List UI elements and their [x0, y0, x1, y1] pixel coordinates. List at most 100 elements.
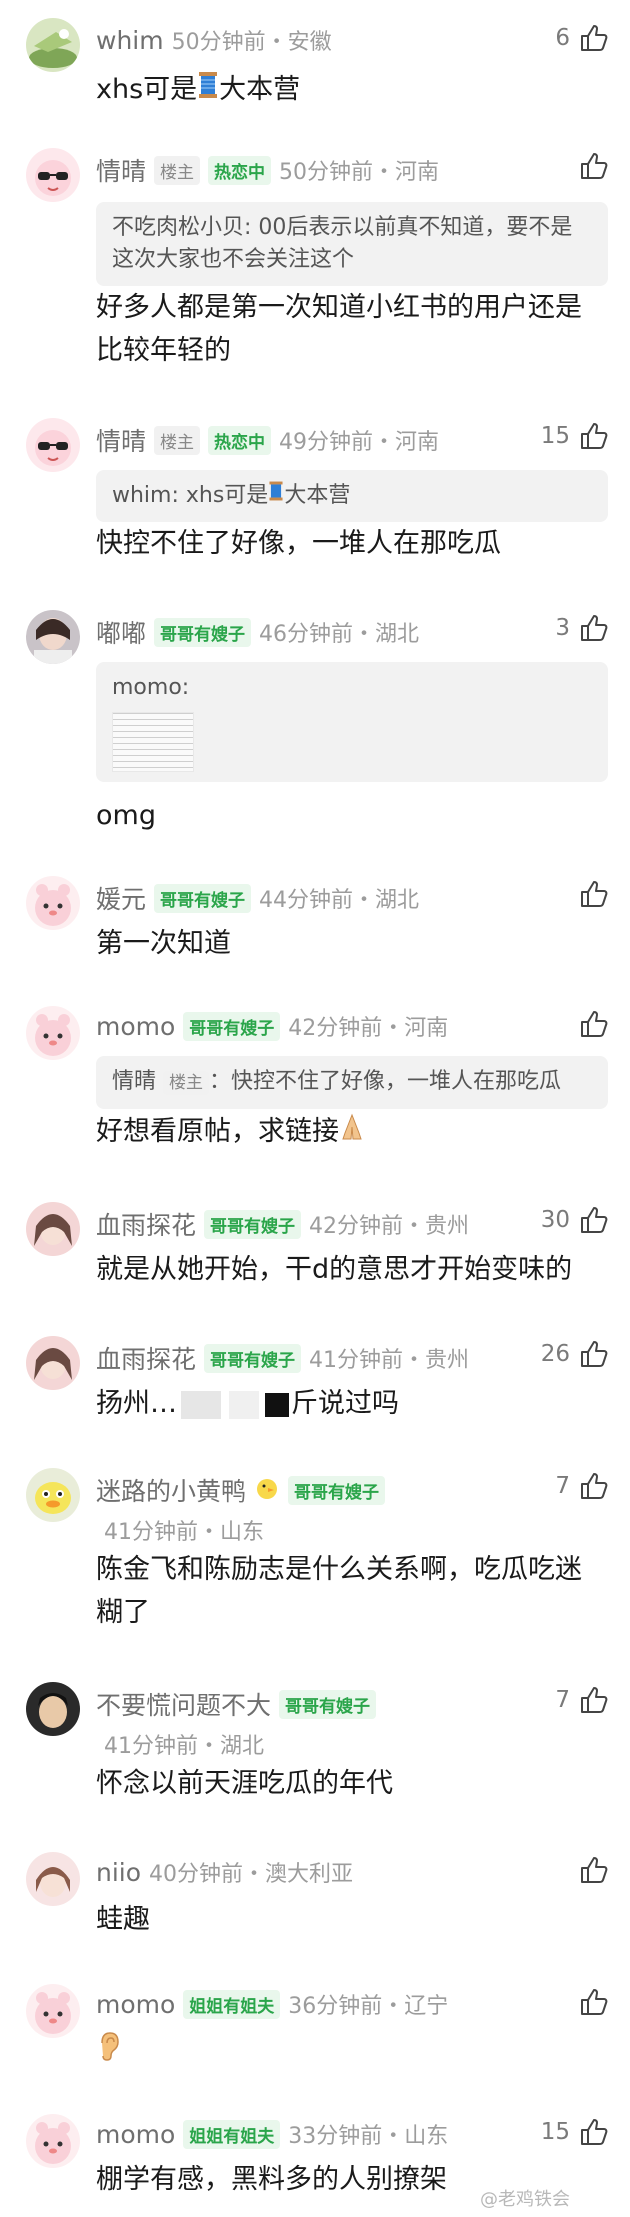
username[interactable]: 血雨探花 [96, 1206, 196, 1242]
comment-item: momo 哥哥有嫂子 42分钟前・河南 情晴 楼主 ：快控不住了好像，一堆人在那吃… [0, 1000, 630, 1160]
comment-item: whim 50分钟前・安徽 6 xhs可是 大本营 [0, 10, 630, 130]
username[interactable]: 迷路的小黄鸭 [96, 1472, 246, 1508]
quoted-reply-text: 不吃肉松小贝: 00后表示以前真不知道，要不是这次大家也不会关注这个 [112, 215, 573, 272]
username[interactable]: niio [96, 1858, 141, 1887]
like-button[interactable]: 30 [541, 1204, 610, 1236]
comment-text-part: 斤说过吗 [291, 1388, 399, 1419]
avatar[interactable] [26, 18, 80, 72]
comment-text: 就是从她开始，干d的意思才开始变味的 [96, 1254, 573, 1285]
comment-text: 好想看原帖，求链接 [96, 1110, 608, 1154]
avatar[interactable] [26, 1984, 80, 2038]
username[interactable]: 血雨探花 [96, 1340, 196, 1376]
avatar[interactable] [26, 148, 80, 202]
comment-text-part: 大本营 [219, 74, 301, 105]
quoted-reply-author: 情晴 [112, 1069, 157, 1094]
image-thumbnail[interactable] [112, 712, 194, 772]
avatar[interactable] [26, 610, 80, 664]
status-badge: 哥哥有嫂子 [204, 1209, 302, 1239]
redacted-block [265, 1392, 289, 1417]
like-button[interactable] [578, 1854, 610, 1886]
status-badge: 哥哥有嫂子 [204, 1343, 302, 1373]
comment-header: momo 姐姐有姐夫 33分钟前・山东 [96, 2118, 520, 2150]
quoted-reply[interactable]: momo: [96, 662, 608, 782]
comment-text: omg [96, 800, 156, 831]
avatar[interactable] [26, 1202, 80, 1256]
quoted-reply[interactable]: whim: xhs可是 大本营 [96, 470, 608, 522]
username[interactable]: momo [96, 1012, 175, 1041]
comment-item: 不要慌问题不大 哥哥有嫂子 7 41分钟前・湖北 怀念以前天涯吃瓜的年代 [0, 1676, 630, 1806]
time-location: 33分钟前・山东 [288, 2124, 449, 2149]
username[interactable]: 嘟嘟 [96, 614, 146, 650]
avatar[interactable] [26, 1852, 80, 1906]
like-button[interactable]: 15 [541, 2116, 610, 2148]
avatar[interactable] [26, 2114, 80, 2168]
comment-text-part: 好想看原帖，求链接 [96, 1116, 339, 1147]
spool-of-thread-icon [268, 480, 284, 512]
like-button[interactable]: 7 [555, 1684, 610, 1716]
thumbs-up-icon [578, 1008, 610, 1040]
avatar[interactable] [26, 1336, 80, 1390]
comment-header: 不要慌问题不大 哥哥有嫂子 [96, 1686, 520, 1722]
thumbs-up-icon [578, 1854, 610, 1886]
owner-badge: 楼主 [154, 425, 201, 455]
watermark: @老鸡铁会 [480, 2189, 570, 2210]
status-badge: 哥哥有嫂子 [154, 883, 252, 913]
thumbs-up-icon [578, 1204, 610, 1236]
like-count: 7 [555, 1687, 570, 1713]
comment-text-part: xhs可是 [96, 74, 198, 105]
avatar[interactable] [26, 1006, 80, 1060]
username[interactable]: 情晴 [96, 152, 146, 188]
comment-text: 陈金飞和陈励志是什么关系啊，吃瓜吃迷糊了 [96, 1554, 582, 1628]
comment-header: 嘟嘟 哥哥有嫂子 46分钟前・湖北 [96, 614, 520, 650]
time-location: 46分钟前・湖北 [259, 622, 420, 647]
comment-text-part: 扬州… [96, 1388, 177, 1419]
username[interactable]: 媛元 [96, 880, 146, 916]
comment-item: 媛元 哥哥有嫂子 44分钟前・湖北 第一次知道 [0, 870, 630, 970]
quoted-reply-text: whim: xhs可是 [112, 483, 269, 508]
comment-text: 怀念以前天涯吃瓜的年代 [96, 1768, 393, 1799]
quoted-reply-text: 大本营 [284, 483, 351, 508]
praying-hands-icon [339, 1111, 365, 1154]
thumbs-up-icon [578, 1470, 610, 1502]
like-button[interactable]: 7 [555, 1470, 610, 1502]
username[interactable]: momo [96, 2120, 175, 2149]
avatar[interactable] [26, 418, 80, 472]
like-button[interactable]: 6 [555, 22, 610, 54]
ear-icon [96, 2031, 122, 2074]
comment-text: 快控不住了好像，一堆人在那吃瓜 [96, 528, 501, 559]
comment-header: 媛元 哥哥有嫂子 44分钟前・湖北 [96, 880, 520, 916]
time-location: 44分钟前・湖北 [259, 888, 420, 913]
comment-text: 扬州… 斤说过吗 [96, 1382, 608, 1425]
like-button[interactable] [578, 1008, 610, 1040]
comment-text: 好多人都是第一次知道小红书的用户还是比较年轻的 [96, 292, 582, 366]
quoted-reply[interactable]: 情晴 楼主 ：快控不住了好像，一堆人在那吃瓜 [96, 1056, 608, 1109]
spool-of-thread-icon [197, 69, 219, 112]
username[interactable]: whim [96, 26, 164, 55]
status-badge: 哥哥有嫂子 [183, 1011, 281, 1041]
like-button[interactable] [578, 1986, 610, 2018]
like-button[interactable]: 15 [541, 420, 610, 452]
time-location: 40分钟前・澳大利亚 [149, 1862, 354, 1887]
status-badge: 姐姐有姐夫 [183, 2119, 281, 2149]
like-button[interactable]: 3 [555, 612, 610, 644]
like-button[interactable] [578, 150, 610, 182]
status-badge: 哥哥有嫂子 [288, 1475, 386, 1505]
username[interactable]: 不要慌问题不大 [96, 1686, 271, 1722]
comment-item: momo 姐姐有姐夫 36分钟前・辽宁 [0, 1978, 630, 2078]
comment-text [96, 2030, 608, 2074]
comment-item: 迷路的小黄鸭 哥哥有嫂子 7 41分钟前・山东 陈金飞和陈励志是什么关系啊，吃瓜… [0, 1462, 630, 1632]
username[interactable]: 情晴 [96, 422, 146, 458]
avatar[interactable] [26, 1468, 80, 1522]
avatar[interactable] [26, 876, 80, 930]
like-button[interactable] [578, 878, 610, 910]
time-location: 49分钟前・河南 [279, 430, 440, 455]
time-location: 36分钟前・辽宁 [288, 1994, 449, 2019]
thumbs-up-icon [578, 1986, 610, 2018]
like-button[interactable]: 26 [541, 1338, 610, 1370]
avatar[interactable] [26, 1682, 80, 1736]
comment-header: momo 姐姐有姐夫 36分钟前・辽宁 [96, 1988, 520, 2020]
like-count: 6 [555, 25, 570, 51]
username[interactable]: momo [96, 1990, 175, 2019]
quoted-reply[interactable]: 不吃肉松小贝: 00后表示以前真不知道，要不是这次大家也不会关注这个 [96, 202, 608, 286]
comment-item: niio 40分钟前・澳大利亚 蛙趣 [0, 1846, 630, 1946]
